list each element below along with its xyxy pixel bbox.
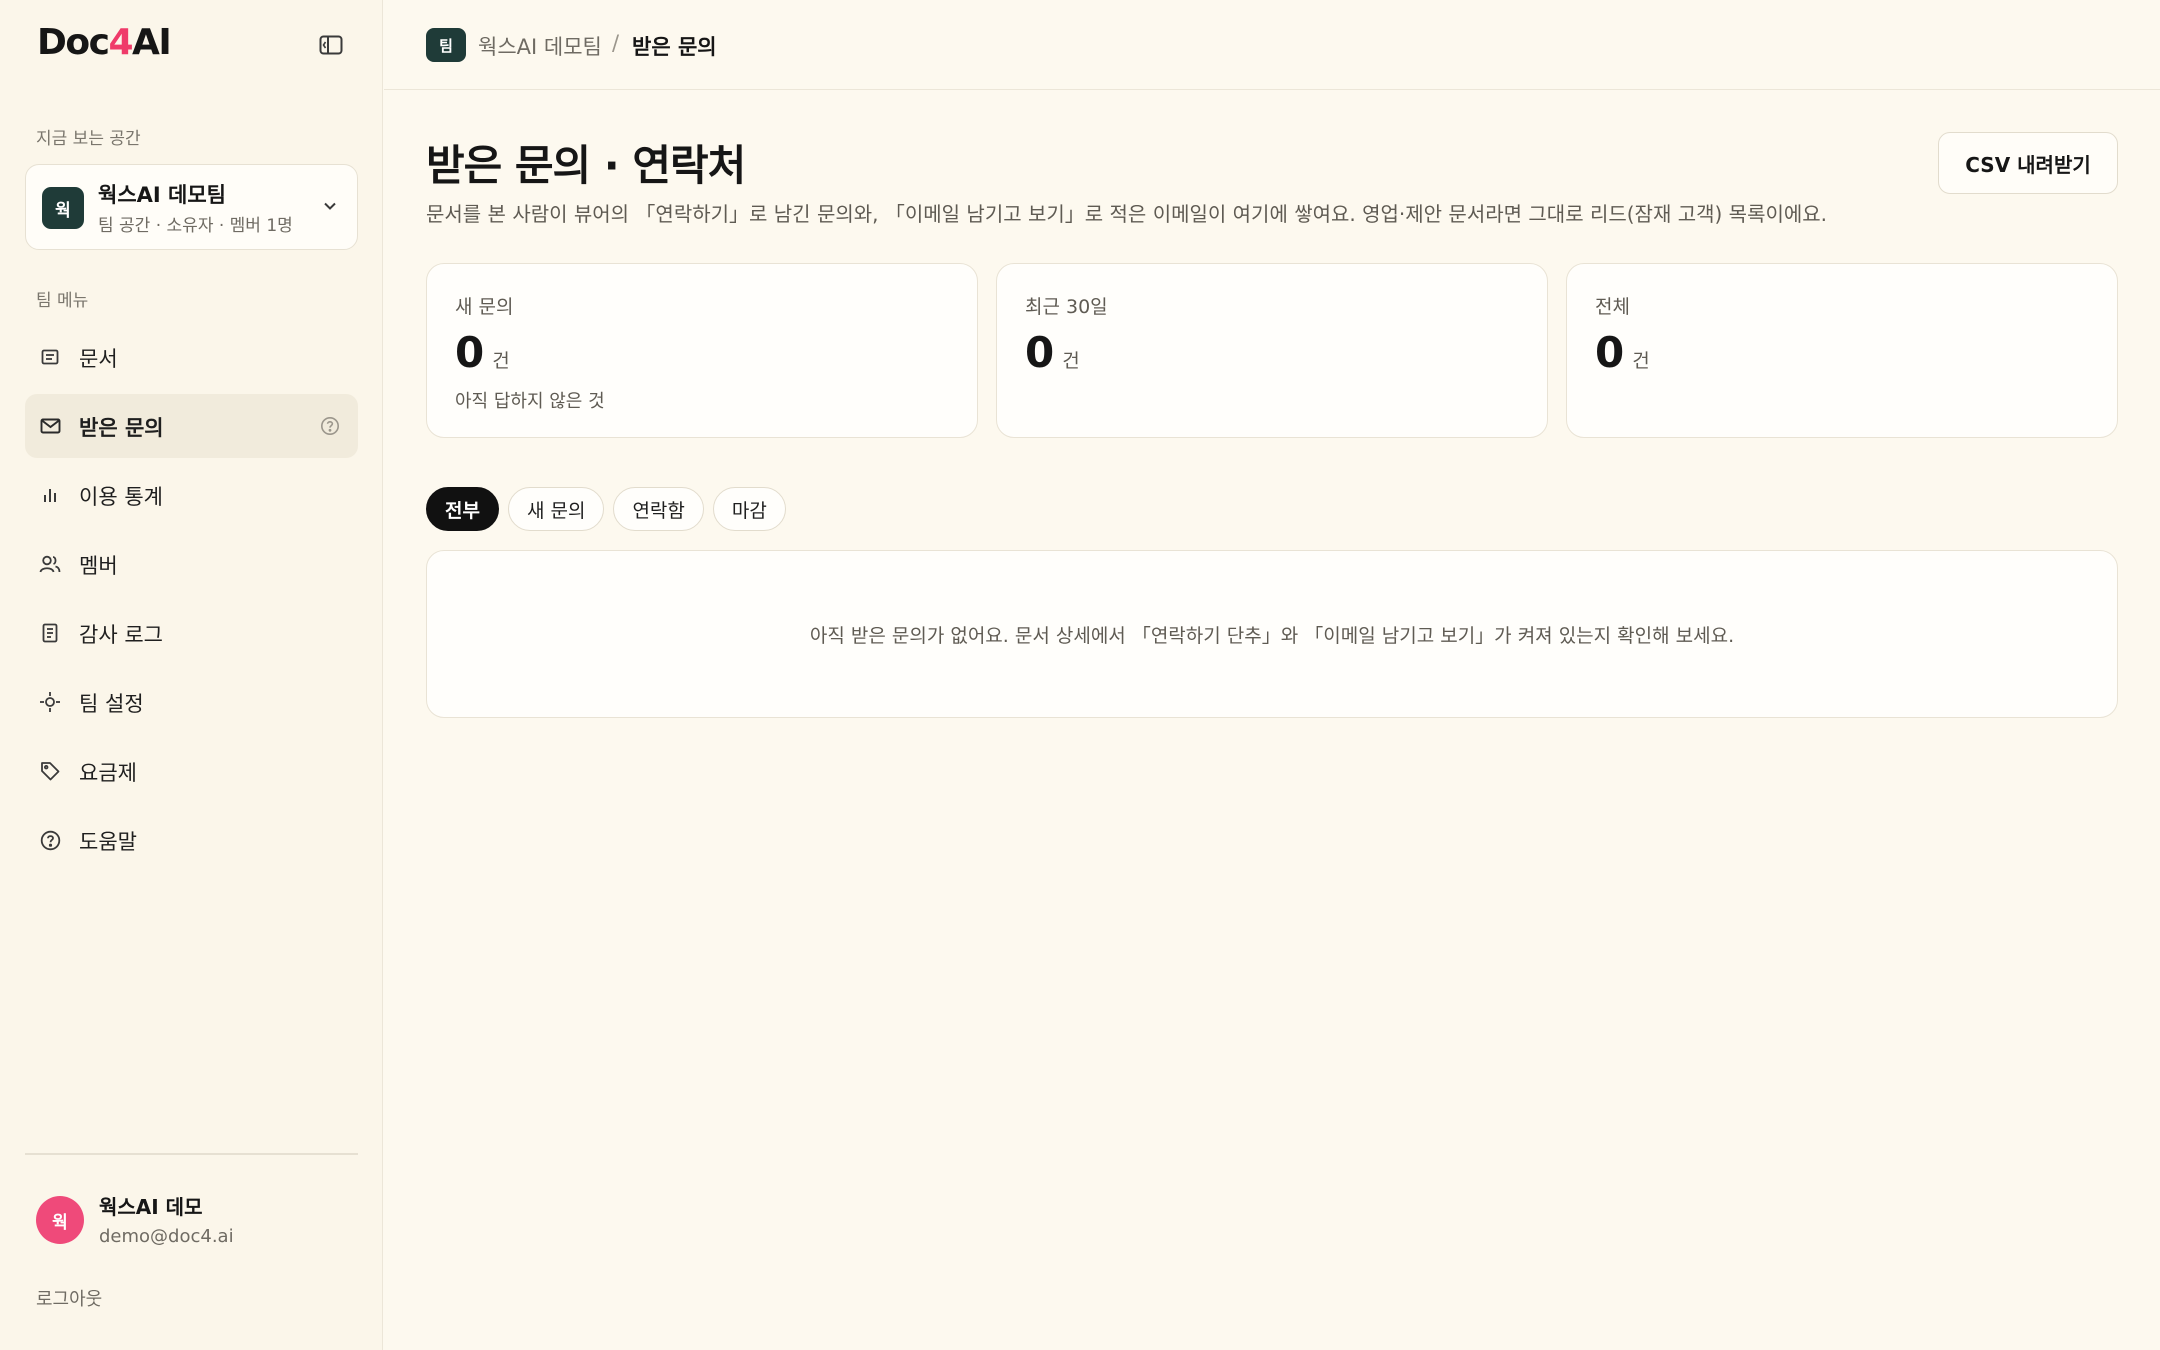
stat-unit: 건: [1062, 350, 1080, 372]
filter-all[interactable]: 전부: [426, 487, 499, 531]
sidebar-item-help[interactable]: 도움말: [25, 808, 358, 872]
sidebar-item-label: 문서: [79, 347, 118, 371]
sidebar-item-label: 이용 통계: [79, 485, 163, 509]
sidebar: Doc4AI 지금 보는 공간 웍 웍스AI 데모팀 팀 공간 · 소유자 · …: [0, 0, 383, 1350]
inquiry-list-empty-state: 아직 받은 문의가 없어요. 문서 상세에서 「연락하기 단추」와 「이메일 남…: [426, 550, 2118, 718]
workspace-meta: 팀 공간 · 소유자 · 멤버 1명: [98, 216, 293, 236]
menu-section-label: 팀 메뉴: [36, 291, 89, 311]
app-logo[interactable]: Doc4AI: [37, 22, 172, 63]
user-name: 웍스AI 데모: [99, 1195, 203, 1219]
mail-icon: [39, 415, 61, 437]
workspace-switcher[interactable]: 웍 웍스AI 데모팀 팀 공간 · 소유자 · 멤버 1명: [25, 164, 358, 250]
help-circle-icon[interactable]: [320, 416, 340, 436]
sidebar-collapse-icon[interactable]: [316, 33, 346, 57]
logo-suffix: AI: [132, 22, 172, 63]
sidebar-item-label: 요금제: [79, 761, 137, 785]
stat-card-total: 전체 0 건: [1566, 263, 2118, 438]
sidebar-item-label: 팀 설정: [79, 692, 144, 716]
sidebar-item-usage-stats[interactable]: 이용 통계: [25, 463, 358, 527]
chevron-down-icon: [324, 202, 336, 210]
page-title: 받은 문의 · 연락처: [426, 141, 746, 190]
document-icon: [39, 346, 61, 368]
sidebar-item-label: 감사 로그: [79, 623, 163, 647]
stat-value: 0: [1025, 328, 1055, 377]
stat-label: 최근 30일: [1025, 296, 1108, 318]
breadcrumb-separator: /: [612, 31, 620, 55]
workspace-name: 웍스AI 데모팀: [98, 183, 226, 207]
log-icon: [39, 622, 61, 644]
stat-subtext: 아직 답하지 않은 것: [455, 391, 605, 412]
sidebar-divider: [25, 1153, 358, 1155]
breadcrumb: 팀 웍스AI 데모팀 / 받은 문의: [384, 0, 2160, 90]
stat-value: 0: [1595, 328, 1625, 377]
stat-unit: 건: [492, 350, 510, 372]
tag-icon: [39, 760, 61, 782]
stat-value: 0: [455, 328, 485, 377]
user-email: demo@doc4.ai: [99, 1226, 234, 1247]
logo-accent: 4: [108, 22, 133, 63]
sidebar-item-inquiries[interactable]: 받은 문의: [25, 394, 358, 458]
team-badge: 팀: [426, 28, 466, 62]
sidebar-item-team-settings[interactable]: 팀 설정: [25, 670, 358, 734]
empty-state-message: 아직 받은 문의가 없어요. 문서 상세에서 「연락하기 단추」와 「이메일 남…: [809, 624, 1735, 647]
stat-unit: 건: [1632, 350, 1650, 372]
sidebar-item-pricing[interactable]: 요금제: [25, 739, 358, 803]
users-icon: [39, 553, 61, 575]
filter-closed[interactable]: 마감: [712, 487, 786, 531]
page-description: 문서를 본 사람이 뷰어의 「연락하기」로 남긴 문의와, 「이메일 남기고 보…: [426, 202, 1828, 226]
workspace-section-label: 지금 보는 공간: [36, 129, 141, 149]
logo-prefix: Doc: [37, 22, 110, 63]
sidebar-item-members[interactable]: 멤버: [25, 532, 358, 596]
stat-card-new: 새 문의 0 건 아직 답하지 않은 것: [426, 263, 978, 438]
sidebar-item-label: 도움말: [79, 830, 137, 854]
settings-icon: [39, 691, 61, 713]
stat-label: 전체: [1595, 296, 1630, 318]
filter-contacted[interactable]: 연락함: [613, 487, 704, 531]
logout-link[interactable]: 로그아웃: [36, 1285, 102, 1311]
stat-card-last-30-days: 최근 30일 0 건: [996, 263, 1548, 438]
sidebar-item-audit-log[interactable]: 감사 로그: [25, 601, 358, 665]
breadcrumb-team-link[interactable]: 웍스AI 데모팀: [478, 31, 602, 61]
bar-chart-icon: [39, 484, 61, 506]
filter-tabs: 전부 새 문의 연락함 마감: [426, 487, 786, 531]
workspace-avatar: 웍: [42, 187, 84, 229]
sidebar-item-documents[interactable]: 문서: [25, 325, 358, 389]
avatar[interactable]: 웍: [36, 1196, 84, 1244]
stat-label: 새 문의: [455, 296, 514, 318]
csv-download-button[interactable]: CSV 내려받기: [1938, 132, 2118, 194]
filter-new[interactable]: 새 문의: [507, 487, 605, 531]
sidebar-item-label: 받은 문의: [79, 416, 164, 440]
breadcrumb-current: 받은 문의: [632, 35, 717, 59]
sidebar-item-label: 멤버: [79, 554, 118, 578]
help-icon: [39, 829, 61, 851]
